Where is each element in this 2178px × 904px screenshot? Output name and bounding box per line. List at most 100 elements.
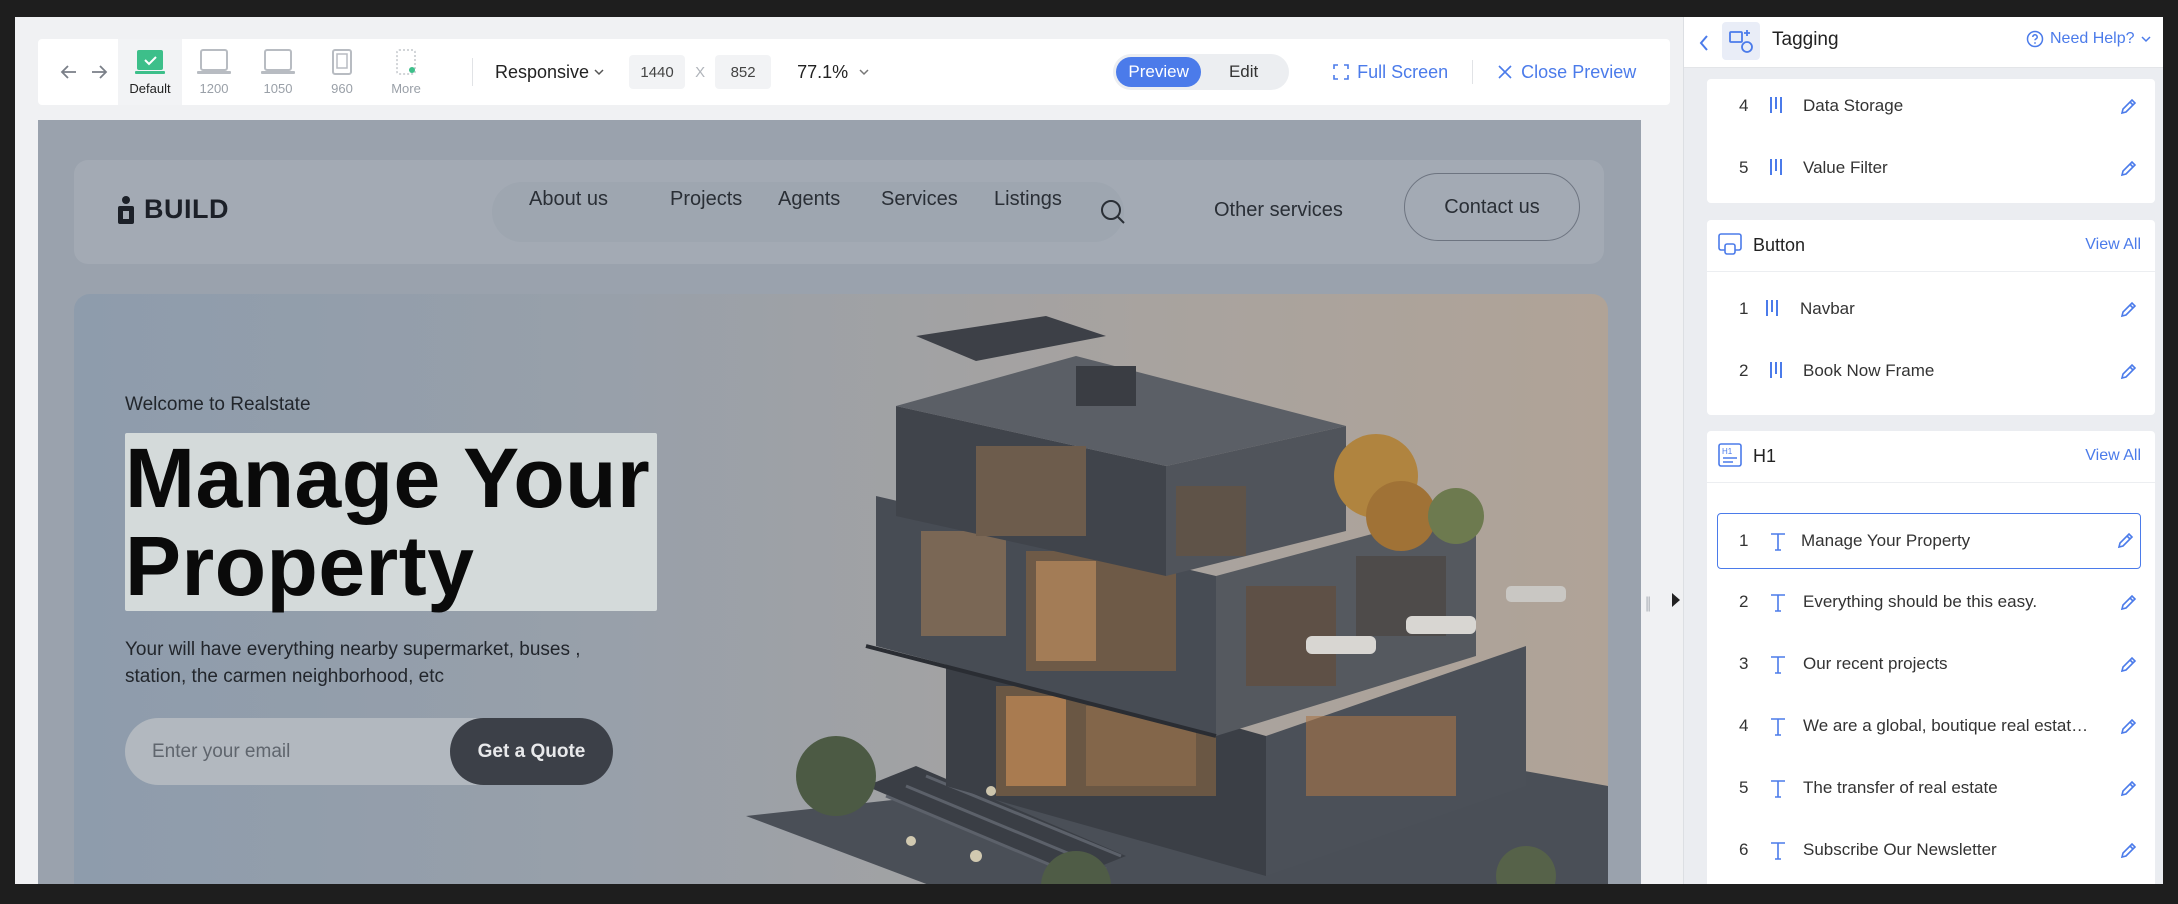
full-screen-button[interactable]: Full Screen (1333, 62, 1448, 83)
tag-row[interactable]: 5 The transfer of real estate (1707, 761, 2155, 817)
email-input[interactable] (125, 718, 425, 785)
edit-icon[interactable] (2119, 96, 2139, 116)
preview-canvas: BUILD About us Projects Agents Services … (38, 120, 1641, 884)
tag-row[interactable]: 2 Book Now Frame (1707, 344, 2155, 400)
preview-toolbar: Default 1200 1050 960 More Responsive 14… (38, 39, 1670, 105)
svg-text:H1: H1 (1722, 447, 1733, 456)
row-number: 2 (1739, 592, 1749, 611)
panel-header: Tagging Need Help? (1684, 17, 2163, 68)
edit-icon[interactable] (2119, 654, 2139, 674)
device-960[interactable]: 960 (310, 39, 374, 105)
nav-link-agents[interactable]: Agents (778, 188, 840, 211)
device-label: More (391, 80, 421, 96)
nav-link-listings[interactable]: Listings (994, 188, 1062, 211)
mode-switch: Preview Edit (1113, 54, 1290, 90)
tag-group-card-h1: H1 H1 View All 1 Manage Your Property 2 … (1707, 431, 2155, 884)
check-device-icon (135, 49, 165, 74)
row-label: Navbar (1800, 299, 1855, 318)
hero-title-line: Property (125, 519, 475, 613)
nav-link-about[interactable]: About us (529, 188, 608, 211)
tag-row[interactable]: 2 Everything should be this easy. (1707, 575, 2155, 631)
edit-icon[interactable] (2116, 530, 2136, 550)
device-label: Default (129, 80, 171, 96)
tagging-panel: Tagging Need Help? 4 Data Storage 5 Valu… (1683, 17, 2163, 884)
edit-icon[interactable] (2119, 361, 2139, 381)
tag-group-card-button: Button View All 1 Navbar 2 Book Now Fram… (1707, 220, 2155, 415)
house-illustration (746, 316, 1608, 884)
text-icon (1771, 780, 1785, 798)
search-icon[interactable] (1099, 198, 1127, 226)
contact-us-button[interactable]: Contact us (1404, 173, 1580, 241)
text-icon (1771, 656, 1785, 674)
device-switcher: Default 1200 1050 960 More (118, 39, 438, 105)
edit-icon[interactable] (2119, 778, 2139, 798)
view-all-link[interactable]: View All (2085, 447, 2141, 465)
close-preview-button[interactable]: Close Preview (1497, 62, 1636, 83)
zoom-value: 77.1% (797, 61, 849, 82)
collapse-arrow-icon[interactable] (1672, 593, 1680, 607)
device-more[interactable]: More (374, 39, 438, 105)
tag-row[interactable]: 1 Navbar (1707, 282, 2155, 338)
device-1050[interactable]: 1050 (246, 39, 310, 105)
row-label: Our recent projects (1803, 654, 1948, 673)
panel-title: Tagging (1772, 29, 1839, 50)
nav-link-projects[interactable]: Projects (670, 188, 742, 211)
edit-icon[interactable] (2119, 299, 2139, 319)
tag-row[interactable]: 4 We are a global, boutique real estate … (1707, 699, 2155, 755)
back-arrow-icon[interactable] (54, 57, 84, 87)
tagging-icon (1722, 22, 1760, 60)
edit-icon[interactable] (2119, 716, 2139, 736)
device-label: 1050 (263, 80, 293, 96)
hero-subtitle: Your will have everything nearby superma… (125, 639, 581, 687)
edit-icon[interactable] (2119, 840, 2139, 860)
edit-icon[interactable] (2119, 158, 2139, 178)
toolbar-divider (1472, 60, 1474, 84)
chevron-down-icon (594, 69, 604, 76)
row-number: 4 (1739, 716, 1749, 735)
chevron-left-icon[interactable] (1698, 33, 1710, 53)
resize-handle[interactable]: || (1645, 595, 1651, 613)
tag-row-selected[interactable]: 1 Manage Your Property (1717, 513, 2141, 569)
hero-title-line: Manage Your (125, 431, 651, 525)
full-screen-label: Full Screen (1357, 61, 1449, 82)
help-icon (2026, 30, 2044, 48)
get-quote-button[interactable]: Get a Quote (450, 718, 613, 785)
view-all-link[interactable]: View All (2085, 236, 2141, 254)
heading-tag-icon: H1 (1718, 443, 1742, 467)
device-1200[interactable]: 1200 (182, 39, 246, 105)
width-input[interactable] (629, 55, 686, 89)
tag-row[interactable]: 3 Our recent projects (1707, 637, 2155, 693)
text-icon (1771, 842, 1785, 860)
edit-mode-button[interactable]: Edit (1201, 57, 1286, 87)
need-help-label: Need Help? (2050, 30, 2135, 47)
row-number: 2 (1739, 361, 1749, 380)
height-input[interactable] (715, 55, 772, 89)
component-icon (1766, 300, 1778, 316)
row-number: 6 (1739, 840, 1749, 859)
row-label: Subscribe Our Newsletter (1803, 840, 1997, 859)
forward-arrow-icon[interactable] (84, 57, 114, 87)
laptop-icon (261, 48, 295, 74)
tag-row[interactable]: 4 Data Storage (1707, 79, 2155, 135)
text-icon (1771, 594, 1785, 612)
responsive-label: Responsive (495, 61, 590, 82)
responsive-dropdown[interactable]: Responsive (495, 62, 605, 83)
row-number: 1 (1739, 531, 1749, 550)
nav-link-services[interactable]: Services (881, 188, 958, 211)
close-icon (1498, 65, 1512, 79)
logo-icon (118, 195, 134, 224)
need-help-link[interactable]: Need Help? (2026, 30, 2151, 48)
card-title: H1 (1753, 446, 1777, 466)
zoom-dropdown[interactable]: 77.1% (797, 62, 870, 83)
tag-row[interactable]: 6 Subscribe Our Newsletter (1707, 823, 2155, 879)
device-default[interactable]: Default (118, 39, 182, 105)
edit-icon[interactable] (2119, 592, 2139, 612)
tag-row[interactable]: 5 Value Filter (1707, 141, 2155, 197)
preview-mode-button[interactable]: Preview (1116, 57, 1202, 87)
other-services-link[interactable]: Other services (1214, 199, 1343, 222)
row-number: 3 (1739, 654, 1749, 673)
row-number: 5 (1739, 158, 1749, 177)
site-logo[interactable]: BUILD (116, 194, 229, 225)
hero-title[interactable]: Manage Your Property (125, 434, 685, 610)
row-label: Everything should be this easy. (1803, 592, 2038, 611)
